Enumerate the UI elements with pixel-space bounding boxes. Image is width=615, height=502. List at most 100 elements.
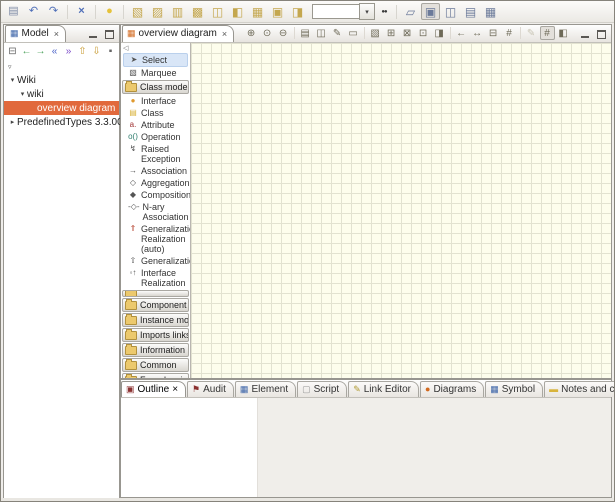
palette-section-free-drawing[interactable]: Free drawing « — [122, 373, 189, 378]
maximize-icon[interactable] — [596, 30, 607, 39]
close-icon[interactable]: × — [54, 29, 59, 39]
palette-item-interface-realization[interactable]: ◦↑ Interface Realization — [121, 267, 190, 289]
create-class-icon[interactable]: ▥ — [168, 3, 187, 20]
search-dropdown-arrow-icon[interactable]: ▾ — [359, 3, 375, 20]
expander-icon[interactable]: ▸ — [8, 118, 17, 126]
tab-element[interactable]: ▦ Element — [235, 381, 296, 397]
palette-item-attribute[interactable]: a. Attribute — [121, 119, 190, 131]
show-grid-icon[interactable]: # — [502, 26, 517, 40]
maximize-icon[interactable] — [104, 30, 115, 39]
set-style-icon[interactable]: ⊡ — [416, 26, 431, 40]
palette-item-label: Attribute — [141, 120, 189, 130]
move-down-icon[interactable]: ⇩ — [90, 45, 103, 59]
tab-symbol[interactable]: ▦ Symbol — [485, 381, 543, 397]
minimize-icon[interactable] — [88, 30, 99, 39]
open-perspective-icon[interactable]: ▱ — [401, 3, 420, 20]
palette-section-clipped[interactable] — [122, 290, 189, 297]
move-up-icon[interactable]: ⇧ — [76, 45, 89, 59]
palette-item-class[interactable]: ▤ Class — [121, 107, 190, 119]
related-elements-left-icon[interactable]: « — [48, 45, 61, 59]
palette-item-interface[interactable]: ● Interface — [121, 95, 190, 107]
palette-item-raised-exception[interactable]: ↯ Raised Exception — [121, 143, 190, 165]
add-element-icon[interactable]: ⊞ — [384, 26, 399, 40]
create-package-icon[interactable]: ▨ — [148, 3, 167, 20]
palette-item-composition[interactable]: ◆ Composition — [121, 189, 190, 201]
remove-element-icon[interactable]: ⊠ — [400, 26, 415, 40]
assistant-lightbulb-icon[interactable]: ● — [100, 3, 119, 20]
tree-item-predefined-types[interactable]: ▸ PredefinedTypes 3.3.00 — [4, 115, 119, 129]
zoom-out-icon[interactable]: ⊖ — [276, 26, 291, 40]
create-usecase-icon[interactable]: ◨ — [288, 3, 307, 20]
create-enumeration-icon[interactable]: ▦ — [248, 3, 267, 20]
tab-diagrams[interactable]: ● Diagrams — [420, 381, 484, 397]
navigate-forward-icon[interactable]: → — [34, 45, 47, 59]
paste-style-icon[interactable]: ▧ — [368, 26, 383, 40]
palette-item-association[interactable]: → Association — [121, 165, 190, 177]
configure-icon[interactable]: × — [72, 3, 91, 20]
palette-section-imports-links[interactable]: Imports links — [122, 328, 189, 342]
palette-collapse-arrow-icon[interactable]: ◁ — [121, 43, 190, 53]
expander-icon[interactable]: ▾ — [8, 76, 17, 84]
fit-to-window-icon[interactable]: ▭ — [346, 26, 361, 40]
perspective-modeling-icon[interactable]: ▣ — [421, 3, 440, 20]
palette-section-instance-model[interactable]: Instance model — [122, 313, 189, 327]
tab-outline[interactable]: ▣ Outline × — [121, 381, 186, 397]
tree-item-wiki-project[interactable]: ▾ Wiki — [4, 73, 119, 87]
save-icon[interactable]: ▤ — [4, 3, 23, 20]
outline-thumbnail-area[interactable] — [121, 398, 258, 497]
swap-orientation-icon[interactable]: ◨ — [432, 26, 447, 40]
print-icon[interactable]: ▤ — [298, 26, 313, 40]
tab-script[interactable]: ▢ Script — [297, 381, 347, 397]
view-menu-arrow-icon[interactable]: ▿ — [4, 61, 119, 73]
redo-icon[interactable]: ↷ — [44, 3, 63, 20]
palette-item-generalization-realization-auto[interactable]: ⇑ Generalizatio... Realization (auto) — [121, 223, 190, 255]
palette-section-class-model[interactable]: Class model « — [122, 80, 189, 94]
palette-section-information-flow[interactable]: Information Flo... — [122, 343, 189, 357]
palette-section-component-model[interactable]: Component mo... — [122, 298, 189, 312]
perspective-3-icon[interactable]: ▤ — [461, 3, 480, 20]
more-tools-icon[interactable]: ▪ — [104, 45, 117, 59]
tab-audit[interactable]: ⚑ Audit — [187, 381, 234, 397]
close-icon[interactable]: × — [222, 29, 227, 39]
create-component-icon[interactable]: ◫ — [208, 3, 227, 20]
palette-tool-select[interactable]: ➤ Select — [123, 53, 188, 67]
tab-overview-diagram[interactable]: ▦ overview diagram × — [122, 25, 234, 42]
tab-notes-and-constraints[interactable]: ▬ Notes and constraints — [544, 381, 615, 397]
fit-height-icon[interactable]: ⊟ — [486, 26, 501, 40]
tree-item-wiki-package[interactable]: ▾ wiki — [4, 87, 119, 101]
style-pen-icon[interactable]: ✎ — [524, 26, 539, 40]
undo-icon[interactable]: ↶ — [24, 3, 43, 20]
show-guides-icon[interactable]: ◧ — [556, 26, 571, 40]
palette-tool-marquee[interactable]: ▧ Marquee — [121, 67, 190, 79]
palette-item-aggregation[interactable]: ◇ Aggregation — [121, 177, 190, 189]
create-datatype-icon[interactable]: ◧ — [228, 3, 247, 20]
tab-model[interactable]: ▦ Model × — [5, 25, 66, 42]
create-diagram-icon[interactable]: ▧ — [128, 3, 147, 20]
snap-to-grid-icon[interactable]: # — [540, 26, 555, 40]
zoom-original-icon[interactable]: ⊙ — [260, 26, 275, 40]
close-icon[interactable]: × — [172, 384, 178, 395]
navigate-left-icon[interactable]: ← — [454, 26, 469, 40]
tab-link-editor[interactable]: ✎ Link Editor — [348, 381, 419, 397]
palette-item-nary-association[interactable]: -◇- N-ary Association — [121, 201, 190, 223]
create-actor-icon[interactable]: ▣ — [268, 3, 287, 20]
collapse-all-icon[interactable]: ⊟ — [6, 45, 19, 59]
save-image-icon[interactable]: ◫ — [314, 26, 329, 40]
diagram-canvas[interactable] — [191, 43, 611, 378]
tree-item-overview-diagram[interactable]: overview diagram — [4, 101, 119, 115]
create-interface-icon[interactable]: ▩ — [188, 3, 207, 20]
find-binoculars-icon[interactable]: ●● — [376, 3, 392, 20]
minimize-icon[interactable] — [580, 30, 591, 39]
palette-item-generalization[interactable]: ⇧ Generalization — [121, 255, 190, 267]
fit-width-icon[interactable]: ↔ — [470, 26, 485, 40]
expander-icon[interactable]: ▾ — [18, 90, 27, 98]
palette-item-operation[interactable]: o() Operation — [121, 131, 190, 143]
search-input[interactable] — [312, 4, 359, 19]
palette-section-common[interactable]: Common — [122, 358, 189, 372]
perspective-2-icon[interactable]: ◫ — [441, 3, 460, 20]
related-elements-right-icon[interactable]: » — [62, 45, 75, 59]
perspective-4-icon[interactable]: ▦ — [481, 3, 500, 20]
zoom-in-icon[interactable]: ⊕ — [244, 26, 259, 40]
edit-properties-icon[interactable]: ✎ — [330, 26, 345, 40]
navigate-back-icon[interactable]: ← — [20, 45, 33, 59]
